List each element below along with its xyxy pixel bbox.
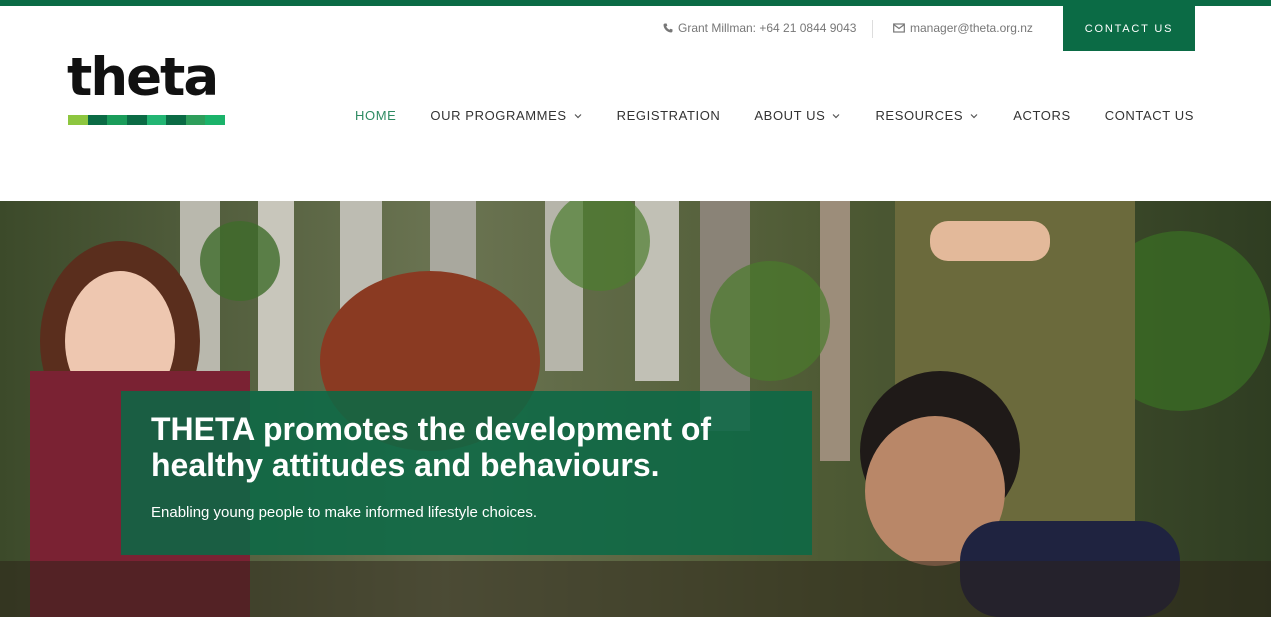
hero-banner: THETA promotes the development of health… (0, 201, 1271, 617)
nav-item-about-us[interactable]: ABOUT US (754, 108, 841, 123)
nav-item-actors[interactable]: ACTORS (1013, 108, 1071, 123)
nav-item-our-programmes[interactable]: OUR PROGRAMMES (430, 108, 582, 123)
chevron-down-icon (970, 113, 978, 118)
hero-headline: THETA promotes the development of health… (151, 411, 712, 483)
nav-item-label: CONTACT US (1104, 108, 1195, 123)
logo-stripe-segment (126, 115, 147, 125)
nav-item-label: HOME (355, 108, 397, 123)
nav-item-home[interactable]: HOME (355, 108, 396, 123)
phone-icon (663, 23, 673, 33)
main-navigation: HOME OUR PROGRAMMES REGISTRATION ABOUT US RE… (355, 108, 1194, 123)
nav-item-label: REGISTRATION (616, 108, 721, 123)
contact-us-button[interactable]: CONTACT US (1063, 6, 1195, 51)
logo-color-stripe (68, 115, 225, 125)
hero-caption-box: THETA promotes the development of health… (121, 391, 812, 555)
logo-stripe-segment (166, 115, 186, 125)
logo-stripe-segment (68, 115, 88, 125)
nav-item-registration[interactable]: REGISTRATION (617, 108, 721, 123)
site-logo[interactable]: theta (67, 48, 227, 128)
nav-item-label: OUR PROGRAMMES (430, 108, 567, 123)
topbar-divider (872, 20, 873, 38)
logo-stripe-segment (146, 115, 167, 125)
logo-stripe-segment (107, 115, 127, 125)
envelope-icon (893, 23, 905, 33)
email-contact[interactable]: manager@theta.org.nz (893, 21, 1033, 35)
nav-item-resources[interactable]: RESOURCES (875, 108, 979, 123)
nav-item-contact-us[interactable]: CONTACT US (1105, 108, 1194, 123)
logo-stripe-segment (205, 115, 225, 125)
logo-stripe-segment (87, 115, 108, 125)
chevron-down-icon (574, 113, 582, 118)
nav-item-label: ABOUT US (754, 108, 826, 123)
logo-wordmark: theta (67, 47, 219, 108)
chevron-down-icon (833, 113, 840, 118)
logo-stripe-segment (185, 115, 206, 125)
email-text: manager@theta.org.nz (910, 21, 1033, 35)
phone-text: Grant Millman: +64 21 0844 9043 (678, 21, 857, 35)
hero-subline: Enabling young people to make informed l… (151, 504, 538, 521)
nav-item-label: RESOURCES (875, 108, 964, 123)
phone-contact[interactable]: Grant Millman: +64 21 0844 9043 (663, 21, 856, 35)
nav-item-label: ACTORS (1013, 108, 1071, 123)
top-contact-bar: Grant Millman: +64 21 0844 9043 manager@… (0, 6, 1271, 51)
